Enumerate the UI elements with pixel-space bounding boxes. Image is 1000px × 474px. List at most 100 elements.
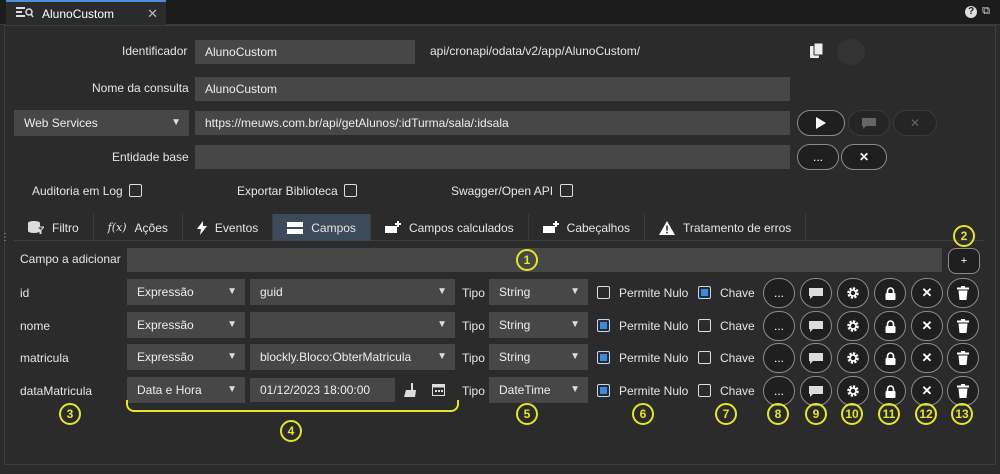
calendar-icon[interactable] — [432, 383, 445, 399]
permite-nulo-checkbox[interactable] — [597, 286, 610, 299]
field-delete-button[interactable] — [947, 376, 979, 406]
permite-nulo-checkbox[interactable] — [597, 384, 610, 397]
field-settings-button[interactable] — [837, 343, 869, 373]
run-button[interactable] — [797, 110, 845, 136]
field-options-button[interactable]: ... — [763, 278, 795, 308]
field-comment-button[interactable] — [800, 311, 832, 341]
field-type-select[interactable]: String ▼ — [489, 344, 588, 370]
field-name: matricula — [20, 351, 69, 365]
tab-campos-calculados[interactable]: Campos calculados — [371, 214, 529, 241]
document-tab[interactable]: AlunoCustom ✕ — [6, 0, 166, 25]
chave-label: Chave — [720, 384, 755, 398]
tab-filtro[interactable]: Filtro — [14, 214, 94, 241]
field-settings-button[interactable] — [837, 376, 869, 406]
field-lock-button[interactable] — [874, 376, 906, 406]
comment-icon — [862, 117, 876, 129]
source-type-select[interactable]: Web Services ▼ — [14, 110, 189, 136]
tipo-label: Tipo — [462, 384, 485, 398]
field-clear-button[interactable]: ✕ — [911, 343, 943, 373]
field-clear-button[interactable]: ✕ — [911, 311, 943, 341]
field-comment-button[interactable] — [800, 343, 832, 373]
entidade-base-input[interactable] — [195, 145, 790, 169]
close-tab-icon[interactable]: ✕ — [147, 6, 158, 22]
field-type-value: DateTime — [499, 383, 551, 397]
callout-10: 10 — [841, 403, 863, 425]
chevron-down-icon: ▼ — [570, 384, 580, 395]
field-settings-button[interactable] — [837, 311, 869, 341]
external-link-icon[interactable]: ⧉ — [982, 5, 990, 18]
chave-checkbox[interactable] — [698, 384, 711, 397]
clear-url-button[interactable]: ✕ — [893, 110, 937, 136]
field-source-select[interactable]: Expressão ▼ — [127, 279, 245, 305]
database-filter-icon — [28, 221, 44, 234]
identificador-input[interactable]: AlunoCustom — [195, 40, 415, 64]
field-type-select[interactable]: String ▼ — [489, 312, 588, 338]
field-lock-button[interactable] — [874, 278, 906, 308]
callout-4-bracket — [126, 400, 459, 412]
permite-nulo-checkbox[interactable] — [597, 351, 610, 364]
lock-icon — [885, 319, 895, 333]
comment-button[interactable] — [848, 110, 890, 136]
source-type-value: Web Services — [24, 116, 98, 130]
field-type-select[interactable]: DateTime ▼ — [489, 377, 588, 403]
field-expression-select[interactable]: guid ▼ — [250, 279, 455, 305]
tab-tratamento-erros[interactable]: Tratamento de erros — [645, 214, 807, 241]
field-delete-button[interactable] — [947, 278, 979, 308]
field-expression-select[interactable]: blockly.Bloco:ObterMatricula ▼ — [250, 344, 455, 370]
chave-checkbox[interactable] — [698, 351, 711, 364]
copy-icon[interactable] — [810, 42, 824, 62]
chave-checkbox[interactable] — [698, 286, 711, 299]
chevron-down-icon: ▼ — [437, 286, 447, 297]
secondary-action-button[interactable] — [837, 39, 865, 65]
permite-nulo-checkbox[interactable] — [597, 319, 610, 332]
field-type-select[interactable]: String ▼ — [489, 279, 588, 305]
field-comment-button[interactable] — [800, 376, 832, 406]
field-options-button[interactable]: ... — [763, 311, 795, 341]
field-clear-button[interactable]: ✕ — [911, 376, 943, 406]
field-options-button[interactable]: ... — [763, 343, 795, 373]
field-clear-button[interactable]: ✕ — [911, 278, 943, 308]
field-expression-value: guid — [260, 285, 283, 299]
callout-9: 9 — [805, 403, 827, 425]
nome-consulta-label: Nome da consulta — [92, 81, 189, 95]
chevron-down-icon: ▼ — [171, 117, 181, 128]
entidade-browse-button[interactable]: ... — [797, 144, 839, 170]
tipo-label: Tipo — [462, 351, 485, 365]
tab-eventos-label: Eventos — [214, 220, 259, 235]
tab-acoes[interactable]: f(x) Ações — [94, 214, 183, 241]
auditoria-checkbox[interactable] — [129, 184, 142, 197]
drag-handle-icon[interactable]: ⋮ — [0, 232, 10, 243]
field-comment-button[interactable] — [800, 278, 832, 308]
nome-consulta-input[interactable]: AlunoCustom — [195, 77, 790, 101]
exportar-checkbox[interactable] — [344, 184, 357, 197]
field-expression-select[interactable]: ▼ — [250, 312, 455, 338]
tab-cabecalhos[interactable]: Cabeçalhos — [529, 214, 646, 241]
callout-2: 2 — [953, 225, 975, 247]
field-name: nome — [20, 319, 51, 333]
field-settings-button[interactable] — [837, 278, 869, 308]
chevron-down-icon: ▼ — [227, 319, 237, 330]
tab-eventos[interactable]: Eventos — [183, 214, 274, 241]
field-source-value: Data e Hora — [137, 383, 202, 397]
field-lock-button[interactable] — [874, 343, 906, 373]
field-lock-button[interactable] — [874, 311, 906, 341]
broom-icon[interactable] — [403, 383, 416, 400]
help-icon[interactable]: ? — [965, 5, 978, 18]
field-delete-button[interactable] — [947, 343, 979, 373]
url-input[interactable]: https://meuws.com.br/api/getAlunos/:idTu… — [195, 111, 790, 135]
document-tab-title: AlunoCustom — [42, 6, 115, 21]
callout-13: 13 — [951, 403, 973, 425]
tab-campos[interactable]: Campos — [273, 214, 371, 241]
chave-checkbox[interactable] — [698, 319, 711, 332]
field-delete-button[interactable] — [947, 311, 979, 341]
swagger-checkbox[interactable] — [560, 184, 573, 197]
query-icon — [16, 6, 34, 21]
entidade-clear-button[interactable]: ✕ — [841, 144, 887, 170]
swagger-label: Swagger/Open API — [451, 184, 554, 198]
field-options-button[interactable]: ... — [763, 376, 795, 406]
gear-icon — [847, 385, 859, 397]
field-source-select[interactable]: Expressão ▼ — [127, 344, 245, 370]
field-source-select[interactable]: Expressão ▼ — [127, 312, 245, 338]
add-field-button[interactable]: + — [948, 248, 980, 274]
field-datetime-input[interactable]: 01/12/2023 18:00:00 — [250, 378, 395, 402]
